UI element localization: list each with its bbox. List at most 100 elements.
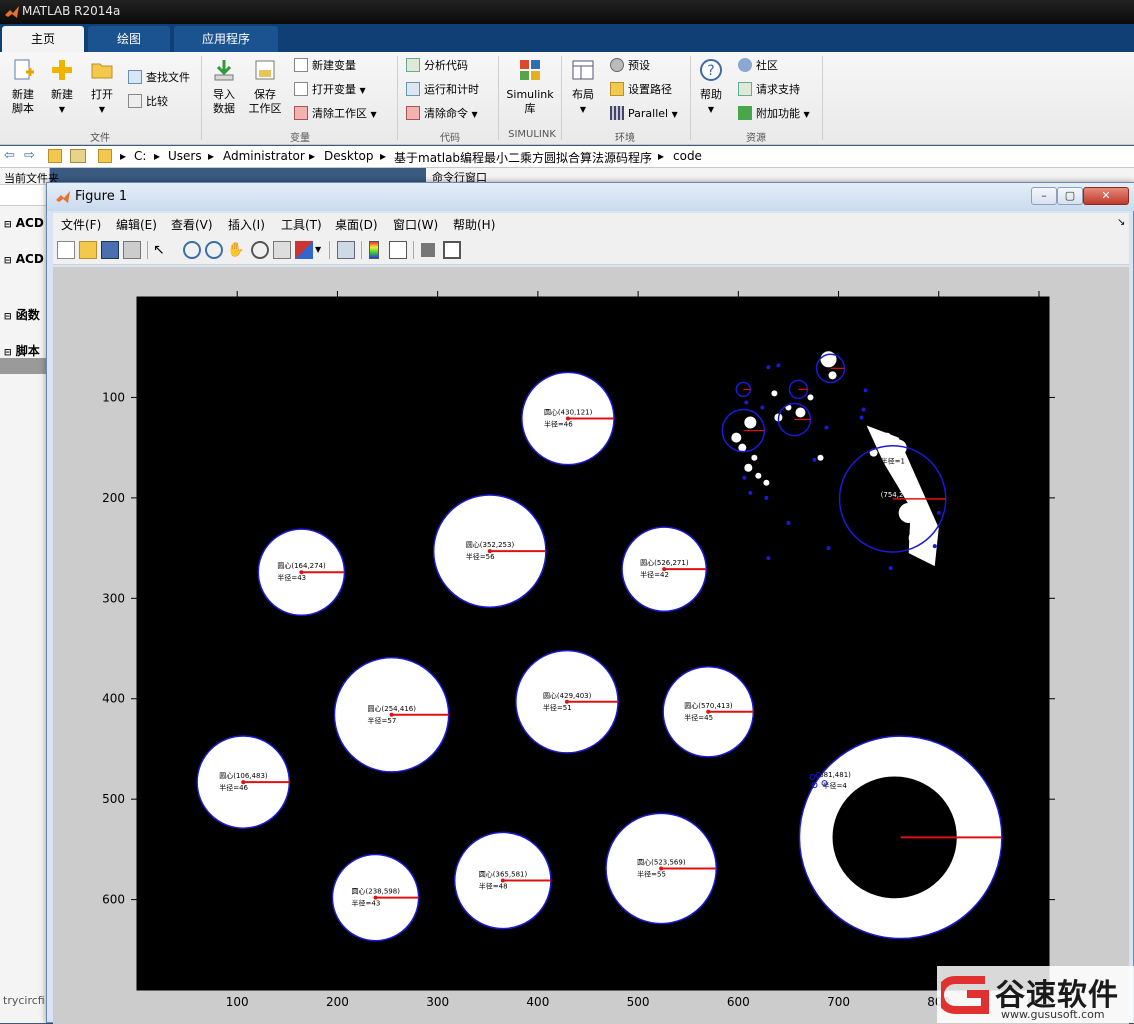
- center-label: 圆心(429,403): [543, 692, 592, 700]
- chevron-down-icon[interactable]: ▼: [315, 245, 321, 254]
- tab-home[interactable]: 主页: [2, 26, 84, 52]
- breadcrumb-item[interactable]: 基于matlab编程最小二乘方圆拟合算法源码程序: [394, 149, 652, 166]
- import-data-button[interactable]: 导入 数据: [206, 58, 242, 116]
- center-label: 圆心(106,483): [219, 772, 268, 780]
- collapse-icon: ⊟: [4, 256, 12, 266]
- save-icon[interactable]: [101, 241, 119, 259]
- new-plus-icon: [52, 60, 72, 80]
- dock-arrow-icon[interactable]: ↘: [1117, 217, 1125, 228]
- tab-plots[interactable]: 绘图: [88, 26, 170, 52]
- menu-edit[interactable]: 编辑(E): [116, 216, 157, 233]
- rotate-3d-icon[interactable]: [251, 241, 269, 259]
- clear-commands-button[interactable]: 清除命令 ▼: [406, 104, 478, 124]
- preferences-button[interactable]: 预设: [610, 56, 650, 76]
- compare-button[interactable]: 比较: [128, 92, 168, 112]
- brand-url: www.gususoft.com: [1001, 1008, 1105, 1021]
- breadcrumb-separator: ▸: [380, 149, 387, 163]
- menu-desktop[interactable]: 桌面(D): [335, 216, 378, 233]
- toolbar-separator: [329, 241, 330, 259]
- hide-plot-tools-icon[interactable]: [421, 243, 435, 257]
- radius-label: 半径=51: [543, 703, 572, 712]
- simulink-library-button[interactable]: Simulink 库: [504, 58, 556, 116]
- breadcrumb-item[interactable]: Desktop: [324, 149, 374, 163]
- file-name: trycircfi: [3, 994, 45, 1007]
- small-fit: [932, 544, 937, 549]
- link-plot-icon[interactable]: [337, 241, 355, 259]
- group-label-resources: 资源: [746, 133, 766, 144]
- add-ons-button[interactable]: 附加功能 ▼: [738, 104, 810, 124]
- forward-arrow-icon[interactable]: ⇨: [24, 148, 35, 163]
- up-folder-icon[interactable]: [48, 149, 62, 163]
- small-fit: [863, 388, 868, 393]
- legend-icon[interactable]: [389, 241, 407, 259]
- colorbar-icon[interactable]: [369, 241, 379, 259]
- menu-tools[interactable]: 工具(T): [281, 216, 322, 233]
- analyze-code-button[interactable]: 分析代码: [406, 56, 468, 76]
- breadcrumb-item[interactable]: Administrator: [223, 149, 305, 163]
- pointer-icon[interactable]: ↖: [153, 241, 171, 259]
- save-workspace-button[interactable]: 保存 工作区: [246, 58, 284, 116]
- find-files-button[interactable]: 查找文件: [128, 68, 190, 88]
- open-variable-button[interactable]: 打开变量 ▼: [294, 80, 366, 100]
- run-time-icon: [406, 82, 420, 96]
- breadcrumb-separator: ▸: [120, 149, 127, 163]
- clear-workspace-button[interactable]: 清除工作区 ▼: [294, 104, 377, 124]
- radius-label: 半径=56: [466, 552, 495, 561]
- chevron-down-icon: ▼: [579, 105, 587, 114]
- run-and-time-button[interactable]: 运行和计时: [406, 80, 479, 100]
- close-button[interactable]: ✕: [1083, 187, 1129, 205]
- breadcrumb-item[interactable]: C:: [134, 149, 146, 163]
- browse-folder-icon[interactable]: [70, 149, 86, 163]
- radius-label: 半径=46: [219, 783, 248, 792]
- center-label: 圆心(254,416): [368, 705, 417, 713]
- pan-hand-icon[interactable]: ✋: [227, 241, 245, 259]
- chevron-down-icon: ▼: [707, 105, 715, 114]
- help-button[interactable]: ? 帮助 ▼: [696, 58, 726, 117]
- figure-window: Figure 1 – ▢ ✕ 文件(F) 编辑(E) 查看(V) 插入(I) 工…: [46, 182, 1134, 1024]
- back-arrow-icon[interactable]: ⇦: [4, 148, 15, 163]
- tab-apps[interactable]: 应用程序: [174, 26, 278, 52]
- small-fit: [888, 566, 893, 571]
- folder-section[interactable]: ⊟ 函数: [4, 306, 40, 323]
- community-button[interactable]: 社区: [738, 56, 778, 76]
- run-time-label: 运行和计时: [424, 83, 479, 96]
- menu-insert[interactable]: 插入(I): [228, 216, 265, 233]
- new-button[interactable]: 新建 ▼: [44, 58, 80, 117]
- y-tick-label: 200: [102, 491, 125, 505]
- menu-window[interactable]: 窗口(W): [393, 216, 438, 233]
- maximize-button[interactable]: ▢: [1057, 187, 1083, 205]
- layout-button[interactable]: 布局 ▼: [566, 58, 600, 117]
- new-script-button[interactable]: 新建 脚本: [6, 58, 40, 116]
- small-fit: [859, 415, 864, 420]
- simulink-icon: [520, 60, 540, 80]
- data-cursor-icon[interactable]: [273, 241, 291, 259]
- circle-fit-plot[interactable]: 圆心(430,121) 半径=46 圆心(352,253) 半径=56 圆心(164,2…: [53, 267, 1129, 1024]
- analyze-icon: [406, 58, 420, 72]
- request-support-button[interactable]: 请求支持: [738, 80, 800, 100]
- folder-section[interactable]: ⊟ ACD: [4, 216, 44, 230]
- selected-file-row[interactable]: [0, 358, 50, 374]
- folder-section[interactable]: ⊟ ACD: [4, 252, 44, 266]
- open-file-icon[interactable]: [79, 241, 97, 259]
- minimize-button[interactable]: –: [1031, 187, 1057, 205]
- parallel-button[interactable]: Parallel ▼: [610, 104, 678, 124]
- group-separator: [822, 56, 823, 140]
- zoom-out-icon[interactable]: [205, 241, 223, 259]
- set-path-button[interactable]: 设置路径: [610, 80, 672, 100]
- open-button[interactable]: 打开 ▼: [84, 58, 120, 117]
- print-icon[interactable]: [123, 241, 141, 259]
- folder-section-label: ACD: [15, 252, 44, 266]
- menu-file[interactable]: 文件(F): [61, 216, 101, 233]
- new-figure-icon[interactable]: [57, 241, 75, 259]
- zoom-in-icon[interactable]: [183, 241, 201, 259]
- new-variable-button[interactable]: 新建变量: [294, 56, 356, 76]
- menu-help[interactable]: 帮助(H): [453, 216, 495, 233]
- show-plot-tools-icon[interactable]: [443, 241, 461, 259]
- brush-icon[interactable]: [295, 241, 313, 259]
- folder-section[interactable]: ⊟ 脚本: [4, 342, 40, 359]
- breadcrumb-item[interactable]: code: [673, 149, 702, 163]
- new-label: 新建: [51, 88, 73, 101]
- radius-label: 半径=48: [479, 882, 508, 891]
- menu-view[interactable]: 查看(V): [171, 216, 213, 233]
- breadcrumb-item[interactable]: Users: [168, 149, 202, 163]
